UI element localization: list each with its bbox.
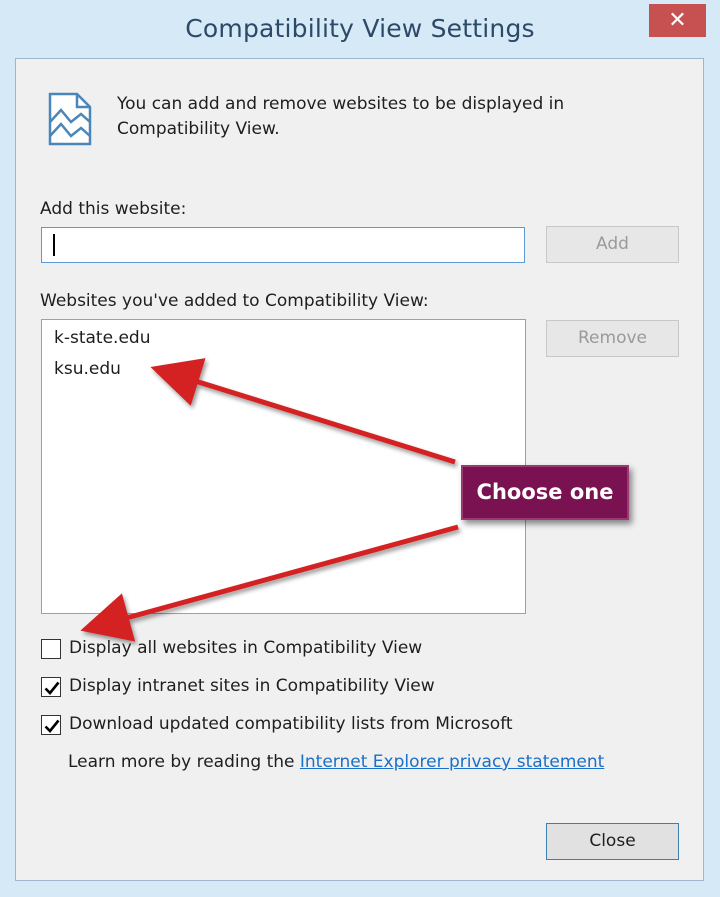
add-button[interactable]: Add <box>546 226 679 263</box>
window-close-button[interactable]: ✕ <box>649 4 706 37</box>
annotation-callout: Choose one <box>461 465 629 520</box>
window-title: Compatibility View Settings <box>185 14 535 43</box>
websites-list-label: Websites you've added to Compatibility V… <box>40 291 429 311</box>
compatibility-view-page-icon <box>47 92 93 146</box>
checkbox-label[interactable]: Display intranet sites in Compatibility … <box>69 676 435 696</box>
info-description: You can add and remove websites to be di… <box>117 94 565 139</box>
learn-more-prefix: Learn more by reading the <box>68 752 300 772</box>
learn-more-text: Learn more by reading the Internet Explo… <box>68 752 604 772</box>
privacy-statement-link[interactable]: Internet Explorer privacy statement <box>300 752 604 772</box>
remove-button[interactable]: Remove <box>546 320 679 357</box>
checkbox-label[interactable]: Download updated compatibility lists fro… <box>69 714 513 734</box>
dialog-window: Compatibility View Settings ✕ You can ad… <box>0 0 720 897</box>
close-button[interactable]: Close <box>546 823 679 860</box>
add-website-label: Add this website: <box>40 199 187 219</box>
list-item[interactable]: k-state.edu <box>54 328 150 348</box>
add-website-input[interactable] <box>41 227 525 263</box>
display-all-websites-checkbox[interactable] <box>41 639 61 659</box>
display-intranet-checkbox[interactable] <box>41 677 61 697</box>
checkbox-label[interactable]: Display all websites in Compatibility Vi… <box>69 638 422 658</box>
download-lists-checkbox[interactable] <box>41 715 61 735</box>
websites-listbox[interactable]: k-state.edu ksu.edu <box>41 319 526 614</box>
checkmark-icon <box>44 719 60 733</box>
text-caret <box>53 234 55 256</box>
checkmark-icon <box>44 681 60 695</box>
list-item[interactable]: ksu.edu <box>54 359 121 379</box>
